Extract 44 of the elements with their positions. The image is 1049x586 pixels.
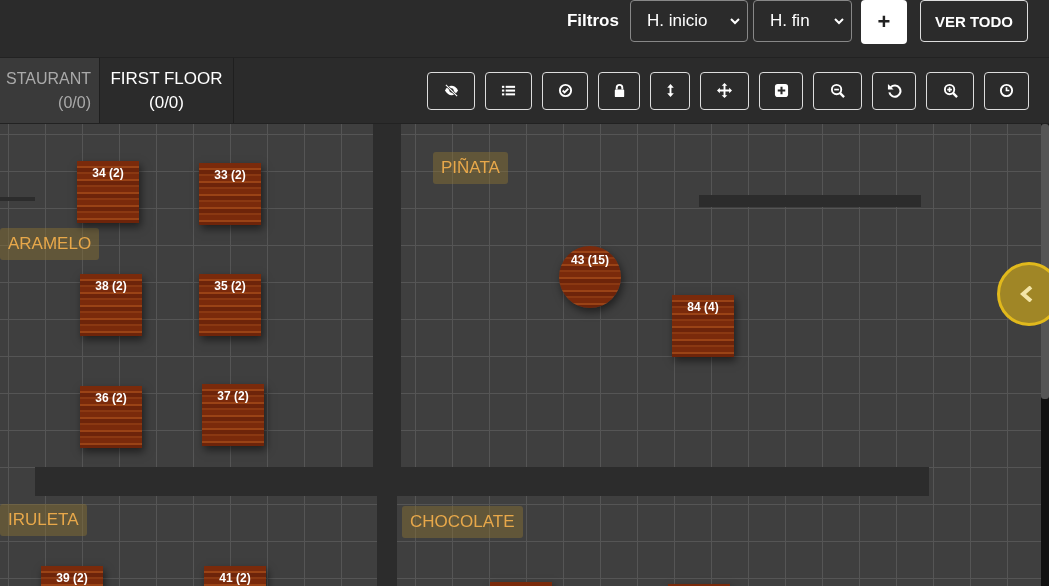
zone-label: IRULETA: [0, 504, 87, 536]
square-table[interactable]: 37 (2): [202, 384, 264, 446]
caret-icon: [832, 15, 845, 27]
square-table[interactable]: 34 (2): [77, 161, 139, 223]
resize-button[interactable]: [650, 71, 690, 110]
eye-slash-icon: [443, 83, 459, 98]
clock-icon: [999, 83, 1014, 98]
zoom-out-button[interactable]: [813, 71, 862, 110]
square-table[interactable]: 39 (2): [41, 566, 103, 586]
filter-label: Filtros: [566, 11, 619, 31]
lock-button[interactable]: [598, 71, 640, 110]
square-table[interactable]: 38 (2): [80, 274, 142, 336]
undo-button[interactable]: [872, 71, 916, 110]
chevron-left-icon: [1020, 286, 1034, 302]
caret-icon: [728, 15, 741, 27]
square-table[interactable]: 84 (4): [672, 295, 734, 357]
zoom-in-icon: [942, 83, 958, 98]
add-table-button[interactable]: [759, 71, 803, 110]
undo-icon: [886, 83, 902, 98]
list-icon: [501, 83, 516, 98]
clock-button[interactable]: [984, 71, 1029, 110]
square-table[interactable]: 41 (2): [204, 566, 266, 586]
add-button[interactable]: +: [860, 0, 907, 44]
end-time-select[interactable]: H. fin: [752, 0, 852, 42]
collapse-panel-button[interactable]: [997, 262, 1049, 326]
zone-label: PIÑATA: [433, 152, 508, 184]
check-circle-icon: [557, 83, 573, 98]
plus-square-icon: [773, 83, 789, 98]
start-time-select[interactable]: H. inicio: [629, 0, 748, 42]
zoom-out-icon: [830, 83, 845, 98]
round-table[interactable]: 43 (15): [559, 246, 621, 308]
move-arrows-icon: [717, 83, 732, 98]
zone-label: CHOCOLATE: [402, 506, 523, 538]
square-table[interactable]: 36 (2): [80, 386, 142, 448]
square-table[interactable]: 33 (2): [199, 163, 261, 225]
check-button[interactable]: [542, 71, 588, 110]
zone-label: ARAMELO: [0, 228, 100, 260]
list-button[interactable]: [485, 71, 532, 110]
view-all-button[interactable]: VER TODO: [919, 0, 1028, 42]
floor-tab[interactable]: STAURANT (0/0): [0, 58, 100, 123]
zoom-in-button[interactable]: [926, 71, 974, 110]
hide-button[interactable]: [427, 71, 475, 110]
move-button[interactable]: [700, 71, 749, 110]
square-table[interactable]: 35 (2): [199, 274, 261, 336]
